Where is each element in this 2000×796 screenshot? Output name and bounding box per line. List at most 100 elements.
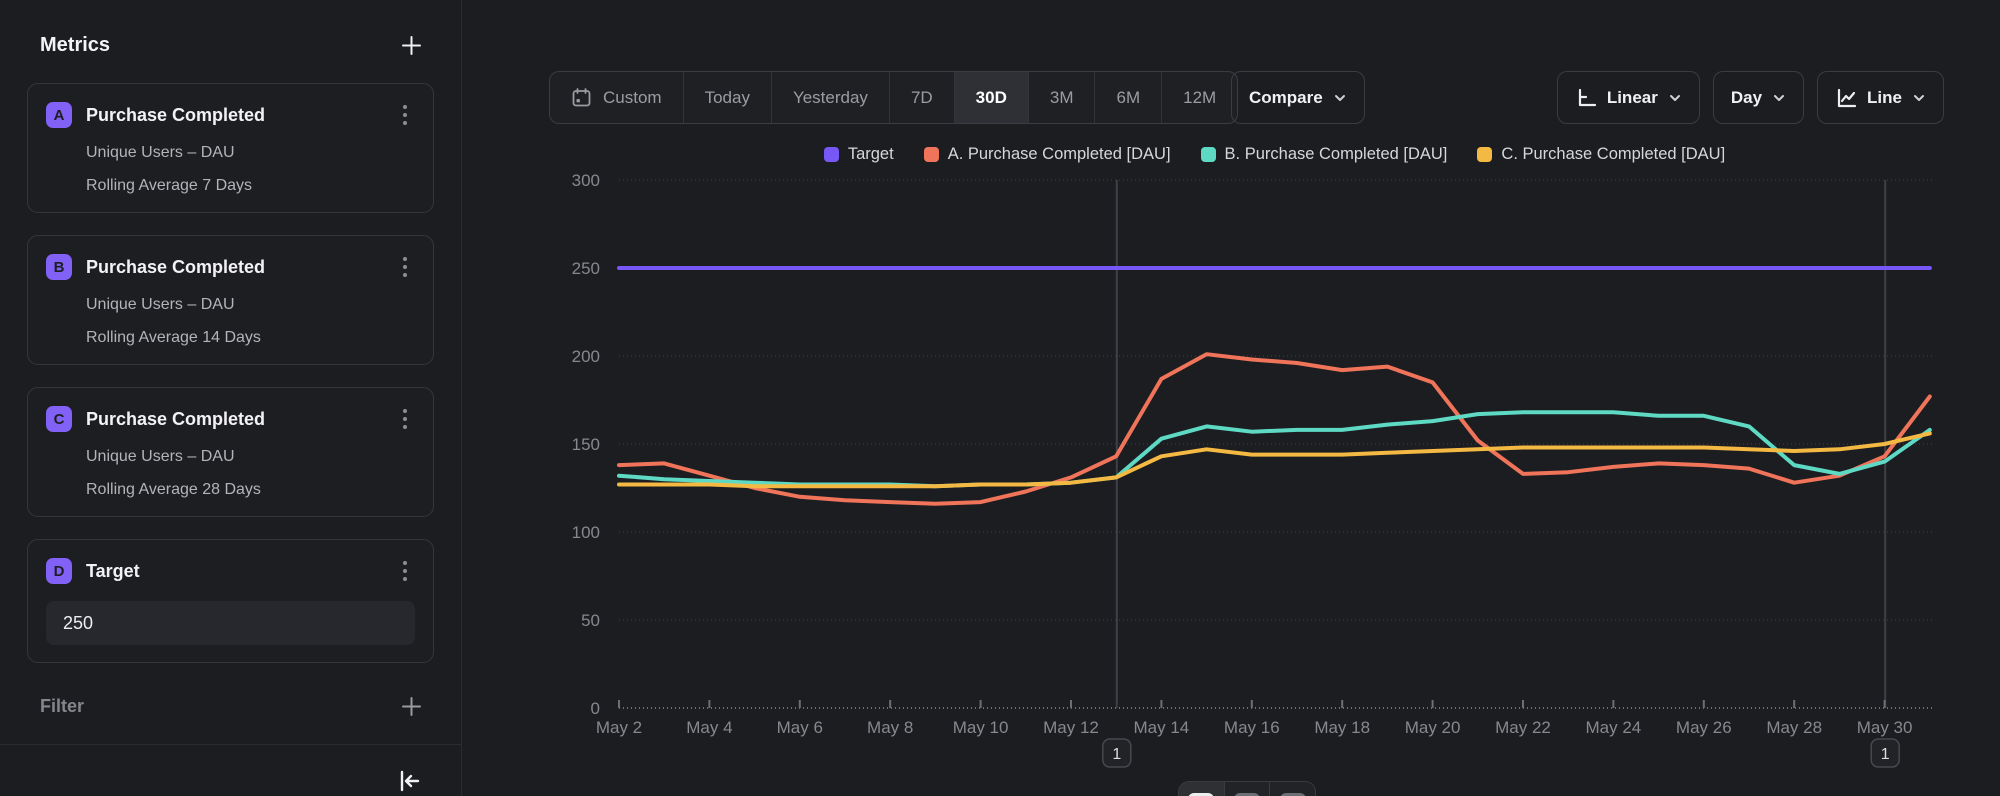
svg-text:300: 300 <box>572 171 600 190</box>
svg-text:May 20: May 20 <box>1405 718 1461 737</box>
range-label: Today <box>705 88 750 108</box>
range-label: 7D <box>911 88 933 108</box>
legend-label: C. Purchase Completed [DAU] <box>1501 145 1725 164</box>
range-label: 30D <box>976 88 1007 108</box>
annotation-badge[interactable]: 1 <box>1871 739 1899 767</box>
legend-label: A. Purchase Completed [DAU] <box>948 145 1171 164</box>
chart-legend: Target A. Purchase Completed [DAU] B. Purc… <box>619 145 1930 164</box>
collapse-left-icon <box>395 767 423 795</box>
metric-badge: C <box>46 406 72 432</box>
metric-card-list: A Purchase Completed Unique Users – DAU Rol… <box>27 83 434 663</box>
svg-text:May 16: May 16 <box>1224 718 1280 737</box>
date-range-selector: Custom Today Yesterday 7D 30D 3M 6M 12M <box>549 71 1238 124</box>
svg-text:May 4: May 4 <box>686 718 732 737</box>
metric-card[interactable]: BPurchase CompletedUnique Users – DAURol… <box>27 235 434 365</box>
svg-text:May 10: May 10 <box>953 718 1009 737</box>
metric-measure: Unique Users – DAU <box>86 144 415 162</box>
range-label: 6M <box>1116 88 1140 108</box>
metric-badge: D <box>46 558 72 584</box>
legend-item[interactable]: B. Purchase Completed [DAU] <box>1201 145 1448 164</box>
legend-item[interactable]: A. Purchase Completed [DAU] <box>924 145 1171 164</box>
svg-text:May 18: May 18 <box>1314 718 1370 737</box>
range-custom[interactable]: Custom <box>550 72 683 123</box>
svg-text:May 12: May 12 <box>1043 718 1099 737</box>
add-metric-button[interactable] <box>398 32 425 59</box>
svg-text:150: 150 <box>572 435 600 454</box>
svg-text:May 28: May 28 <box>1766 718 1822 737</box>
sidebar-footer <box>0 745 461 796</box>
range-today[interactable]: Today <box>683 72 771 123</box>
svg-text:May 30: May 30 <box>1857 718 1913 737</box>
view-mode-card-button[interactable] <box>1269 782 1315 796</box>
svg-text:May 22: May 22 <box>1495 718 1551 737</box>
plus-icon <box>400 695 423 718</box>
metric-badge: A <box>46 102 72 128</box>
target-card-menu-button[interactable] <box>395 557 415 585</box>
chart-controls: Linear Day Line <box>1557 71 1944 124</box>
view-mode-chart-button[interactable] <box>1179 782 1224 796</box>
svg-text:May 8: May 8 <box>867 718 913 737</box>
annotation-badge[interactable]: 1 <box>1103 739 1131 767</box>
legend-swatch <box>1477 147 1492 162</box>
compare-button[interactable]: Compare <box>1231 71 1365 124</box>
chevron-down-icon <box>1333 91 1347 105</box>
metric-card[interactable]: C Purchase Completed Unique Users – DAU Rol… <box>27 387 434 517</box>
target-card-title: Target <box>86 561 395 582</box>
legend-item[interactable]: Target <box>824 145 894 164</box>
svg-text:250: 250 <box>572 259 600 278</box>
scale-selector-button[interactable]: Linear <box>1557 71 1700 124</box>
svg-text:May 24: May 24 <box>1586 718 1642 737</box>
legend-label: Target <box>848 145 894 164</box>
metric-menu-button[interactable] <box>395 405 415 433</box>
target-card[interactable]: D Target <box>27 539 434 663</box>
chevron-down-icon <box>1668 91 1682 105</box>
sidebar-header: Metrics <box>40 32 425 59</box>
metrics-title: Metrics <box>40 34 110 57</box>
metric-measure: Unique Users – DAU <box>86 296 415 314</box>
metric-title: Purchase Completed <box>86 105 395 126</box>
metric-menu-button[interactable] <box>395 101 415 129</box>
metric-formula: Rolling Average 28 Days <box>86 481 415 499</box>
metric-menu-button[interactable] <box>395 253 415 281</box>
metric-measure: Unique Users – DAU <box>86 448 415 466</box>
svg-text:50: 50 <box>581 611 600 630</box>
range-label: 12M <box>1183 88 1216 108</box>
view-mode-toggle <box>1178 781 1316 796</box>
svg-text:1: 1 <box>1112 746 1121 763</box>
legend-item[interactable]: C. Purchase Completed [DAU] <box>1477 145 1725 164</box>
filter-section: Filter <box>40 693 425 720</box>
interval-selector-button[interactable]: Day <box>1713 71 1804 124</box>
calendar-icon <box>571 87 592 108</box>
legend-swatch <box>824 147 839 162</box>
target-value-input[interactable] <box>46 601 415 645</box>
metric-formula: Rolling Average 7 Days <box>86 177 415 195</box>
svg-text:May 26: May 26 <box>1676 718 1732 737</box>
chevron-down-icon <box>1912 91 1926 105</box>
collapse-sidebar-button[interactable] <box>393 765 425 796</box>
chevron-down-icon <box>1772 91 1786 105</box>
range-7d[interactable]: 7D <box>889 72 954 123</box>
chart-type-selector-button[interactable]: Line <box>1817 71 1944 124</box>
legend-swatch <box>1201 147 1216 162</box>
svg-text:200: 200 <box>572 347 600 366</box>
chart-type-label: Line <box>1867 88 1902 108</box>
range-yesterday[interactable]: Yesterday <box>771 72 889 123</box>
metric-title: Purchase Completed <box>86 409 395 430</box>
range-12m[interactable]: 12M <box>1161 72 1237 123</box>
range-3m[interactable]: 3M <box>1028 72 1095 123</box>
svg-text:0: 0 <box>591 699 600 718</box>
range-label: Yesterday <box>793 88 868 108</box>
range-6m[interactable]: 6M <box>1094 72 1161 123</box>
range-30d[interactable]: 30D <box>954 72 1028 123</box>
interval-label: Day <box>1731 88 1762 108</box>
line-chart-icon <box>1835 87 1857 109</box>
add-filter-button[interactable] <box>398 693 425 720</box>
plus-icon <box>400 34 423 57</box>
metrics-sidebar: Metrics A Purchase Completed Unique Users … <box>0 0 462 796</box>
metric-card[interactable]: A Purchase Completed Unique Users – DAU Rol… <box>27 83 434 213</box>
chart-panel: 050100150200250300May 2May 4May 6May 8Ma… <box>462 0 2000 796</box>
svg-text:May 14: May 14 <box>1134 718 1190 737</box>
series-line <box>619 433 1930 486</box>
legend-label: B. Purchase Completed [DAU] <box>1225 145 1448 164</box>
view-mode-table-button[interactable] <box>1224 782 1270 796</box>
